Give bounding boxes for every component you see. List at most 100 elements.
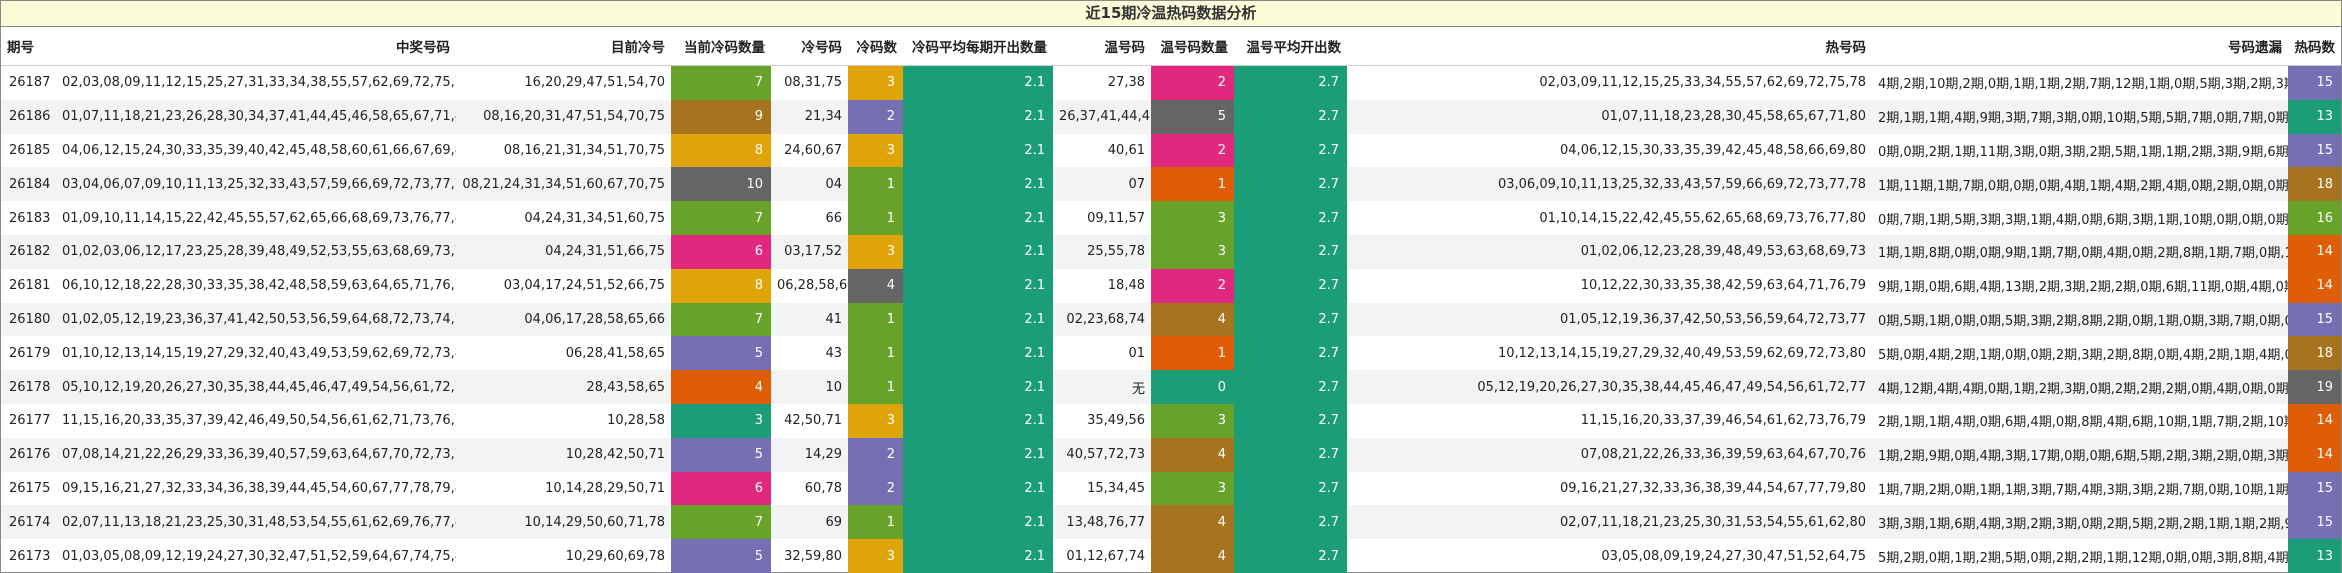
table-row[interactable]: 26183 01,09,10,11,14,15,22,42,45,55,57,62… [1, 201, 2341, 235]
col-header-cold-count[interactable]: 冷码数 [848, 27, 903, 66]
cell-hot-count: 14 [2288, 403, 2341, 438]
table-row[interactable]: 26184 03,04,06,07,09,10,11,13,25,32,33,43… [1, 167, 2341, 202]
cell-cold-count: 3 [848, 133, 903, 168]
table-row[interactable]: 26187 02,03,08,09,11,12,15,25,27,31,33,34… [1, 65, 2341, 100]
cell-cold-count: 4 [848, 268, 903, 303]
cell-warm-count: 4 [1151, 539, 1234, 573]
cell-warm-count: 1 [1151, 167, 1234, 202]
cell-cold-numbers: 08,31,75 [784, 75, 842, 91]
cell-cold-count: 3 [848, 539, 903, 573]
col-header-winning[interactable]: 中奖号码 [56, 27, 456, 66]
col-header-missing[interactable]: 号码遗漏 [1872, 27, 2288, 66]
cell-warm-numbers: 25,55,78 [1053, 234, 1151, 269]
cell-hot-count: 13 [2288, 539, 2341, 573]
cell-current-cold: 04,06,17,28,58,65,66 [456, 302, 671, 337]
table-row[interactable]: 26182 01,02,03,06,12,17,23,25,28,39,48,49… [1, 234, 2341, 269]
cell-current-cold-count: 5 [671, 437, 771, 472]
cell-hot-numbers: 07,08,21,22,26,33,36,39,59,63,64,67,70,7… [1347, 437, 1872, 472]
cell-hot-count: 15 [2288, 471, 2341, 506]
table-header-row: 期号 中奖号码 目前冷号 当前冷码数量 冷号码 冷码数 冷码平均每期开出数量 温… [1, 27, 2341, 66]
cell-issue: 26183 [9, 210, 51, 226]
cell-warm-avg: 2.7 [1234, 505, 1347, 540]
table-row[interactable]: 26177 11,15,16,20,33,35,37,39,42,46,49,50… [1, 403, 2341, 438]
cell-cold-count: 1 [848, 302, 903, 337]
cell-current-cold: 06,28,41,58,65 [565, 345, 665, 361]
col-header-warm-nums[interactable]: 温号码 [1053, 27, 1151, 66]
cell-current-cold-count: 3 [671, 403, 771, 438]
cell-hot-count: 16 [2288, 201, 2341, 235]
cell-warm-count: 4 [1151, 437, 1234, 472]
cell-missing: 9期,1期,0期,6期,4期,13期,2期,3期,2期,2期,0期,6期,11期… [1878, 280, 2288, 296]
cell-hot-numbers: 02,03,09,11,12,15,25,33,34,55,57,62,69,7… [1539, 75, 1866, 91]
cell-hot-count: 15 [2288, 133, 2341, 168]
cell-current-cold: 03,04,17,24,51,52,66,75 [503, 278, 665, 294]
cell-current-cold-count: 6 [671, 234, 771, 269]
cell-cold-count: 1 [848, 336, 903, 371]
cell-hot-numbers: 01,02,06,12,23,28,39,48,49,53,63,68,69,7… [1347, 234, 1872, 269]
cell-winning-numbers: 02,07,11,13,18,21,23,25,30,31,48,53,54,5… [56, 505, 456, 540]
page-title: 近15期冷温热码数据分析 [1, 1, 2341, 27]
table-row[interactable]: 26173 01,03,05,08,09,12,19,24,27,30,32,47… [1, 539, 2341, 573]
cell-current-cold: 04,24,31,51,66,75 [456, 234, 671, 269]
cell-warm-count: 5 [1151, 99, 1234, 134]
cell-warm-numbers: 40,57,72,73 [1053, 437, 1151, 472]
analysis-table: 期号 中奖号码 目前冷号 当前冷码数量 冷号码 冷码数 冷码平均每期开出数量 温… [1, 27, 2341, 573]
cell-warm-count: 3 [1151, 403, 1234, 438]
cell-issue: 26175 [9, 480, 51, 496]
cell-issue: 26187 [9, 75, 51, 91]
table-row[interactable]: 26175 09,15,16,21,27,32,33,34,36,38,39,44… [1, 471, 2341, 506]
cell-winning-numbers: 07,08,14,21,22,26,29,33,36,39,40,57,59,6… [56, 437, 456, 472]
cell-warm-count: 2 [1151, 133, 1234, 168]
table-row[interactable]: 26176 07,08,14,21,22,26,29,33,36,39,40,57… [1, 437, 2341, 472]
cell-warm-numbers: 无 [1053, 370, 1151, 404]
cell-missing: 0期,7期,1期,5期,3期,3期,1期,4期,0期,6期,3期,1期,10期,… [1878, 212, 2288, 228]
cell-winning-numbers: 04,06,12,15,24,30,33,35,39,40,42,45,48,5… [62, 142, 456, 158]
col-header-cold-nums[interactable]: 冷号码 [771, 27, 848, 66]
col-header-current-cold[interactable]: 目前冷号 [456, 27, 671, 66]
col-header-warm-count[interactable]: 温号码数量 [1151, 27, 1234, 66]
table-row[interactable]: 26178 05,10,12,19,20,26,27,30,35,38,44,45… [1, 370, 2341, 404]
cell-current-cold: 04,24,31,34,51,60,75 [524, 210, 665, 226]
cell-cold-count: 3 [848, 403, 903, 438]
cell-warm-avg: 2.7 [1234, 234, 1347, 269]
cell-warm-avg: 2.7 [1234, 370, 1347, 404]
cell-warm-avg: 2.7 [1234, 539, 1347, 573]
table-row[interactable]: 26185 04,06,12,15,24,30,33,35,39,40,42,45… [1, 133, 2341, 168]
cell-cold-numbers: 42,50,71 [784, 413, 842, 429]
cell-warm-count: 1 [1151, 336, 1234, 371]
col-header-warm-avg[interactable]: 温号平均开出数 [1234, 27, 1347, 66]
cell-hot-numbers: 01,05,12,19,36,37,42,50,53,56,59,64,72,7… [1347, 302, 1872, 337]
cell-missing: 2期,1期,1期,4期,0期,6期,4期,0期,8期,4期,6期,10期,1期,… [1878, 415, 2288, 431]
cell-hot-count: 18 [2288, 336, 2341, 371]
cell-winning-numbers: 01,09,10,11,14,15,22,42,45,55,57,62,65,6… [62, 210, 456, 226]
table-row[interactable]: 26181 06,10,12,18,22,28,30,33,35,38,42,48… [1, 268, 2341, 303]
table-row[interactable]: 26174 02,07,11,13,18,21,23,25,30,31,48,53… [1, 505, 2341, 540]
table-row[interactable]: 26180 01,02,05,12,19,23,36,37,41,42,50,53… [1, 302, 2341, 337]
cell-cold-avg: 2.1 [903, 437, 1053, 472]
cell-current-cold: 10,29,60,69,78 [565, 548, 665, 564]
cell-missing: 4期,12期,4期,4期,0期,1期,2期,3期,0期,2期,2期,2期,0期,… [1872, 370, 2288, 404]
cell-hot-numbers: 01,07,11,18,23,28,30,45,58,65,67,71,80 [1347, 99, 1872, 134]
table-row[interactable]: 26186 01,07,11,18,21,23,26,28,30,34,37,41… [1, 99, 2341, 134]
cell-winning-numbers: 01,03,05,08,09,12,19,24,27,30,32,47,51,5… [62, 548, 456, 564]
cell-warm-avg: 2.7 [1234, 437, 1347, 472]
table-row[interactable]: 26179 01,10,12,13,14,15,19,27,29,32,40,43… [1, 336, 2341, 371]
cell-hot-count: 15 [2288, 505, 2341, 540]
col-header-issue[interactable]: 期号 [1, 27, 56, 66]
cell-missing: 3期,3期,1期,6期,4期,3期,2期,3期,0期,2期,5期,2期,2期,1… [1872, 505, 2288, 540]
cell-hot-numbers: 10,12,22,30,33,35,38,42,59,63,64,71,76,7… [1580, 278, 1866, 294]
col-header-hot-count[interactable]: 热码数 [2288, 27, 2341, 66]
cell-cold-count: 2 [848, 99, 903, 134]
cell-cold-numbers: 14,29 [771, 437, 848, 472]
cell-warm-avg: 2.7 [1234, 336, 1347, 371]
col-header-current-cold-count[interactable]: 当前冷码数量 [671, 27, 771, 66]
cell-cold-avg: 2.1 [903, 471, 1053, 506]
cell-issue: 26179 [9, 345, 51, 361]
col-header-hot-nums[interactable]: 热号码 [1347, 27, 1872, 66]
cell-warm-count: 0 [1151, 370, 1234, 404]
cell-cold-avg: 2.1 [903, 505, 1053, 540]
cell-cold-numbers: 24,60,67 [784, 142, 842, 158]
col-header-cold-avg[interactable]: 冷码平均每期开出数量 [903, 27, 1053, 66]
cell-missing: 1期,11期,1期,7期,0期,0期,0期,4期,1期,4期,2期,4期,0期,… [1872, 167, 2288, 202]
cell-winning-numbers: 01,02,05,12,19,23,36,37,41,42,50,53,56,5… [56, 302, 456, 337]
